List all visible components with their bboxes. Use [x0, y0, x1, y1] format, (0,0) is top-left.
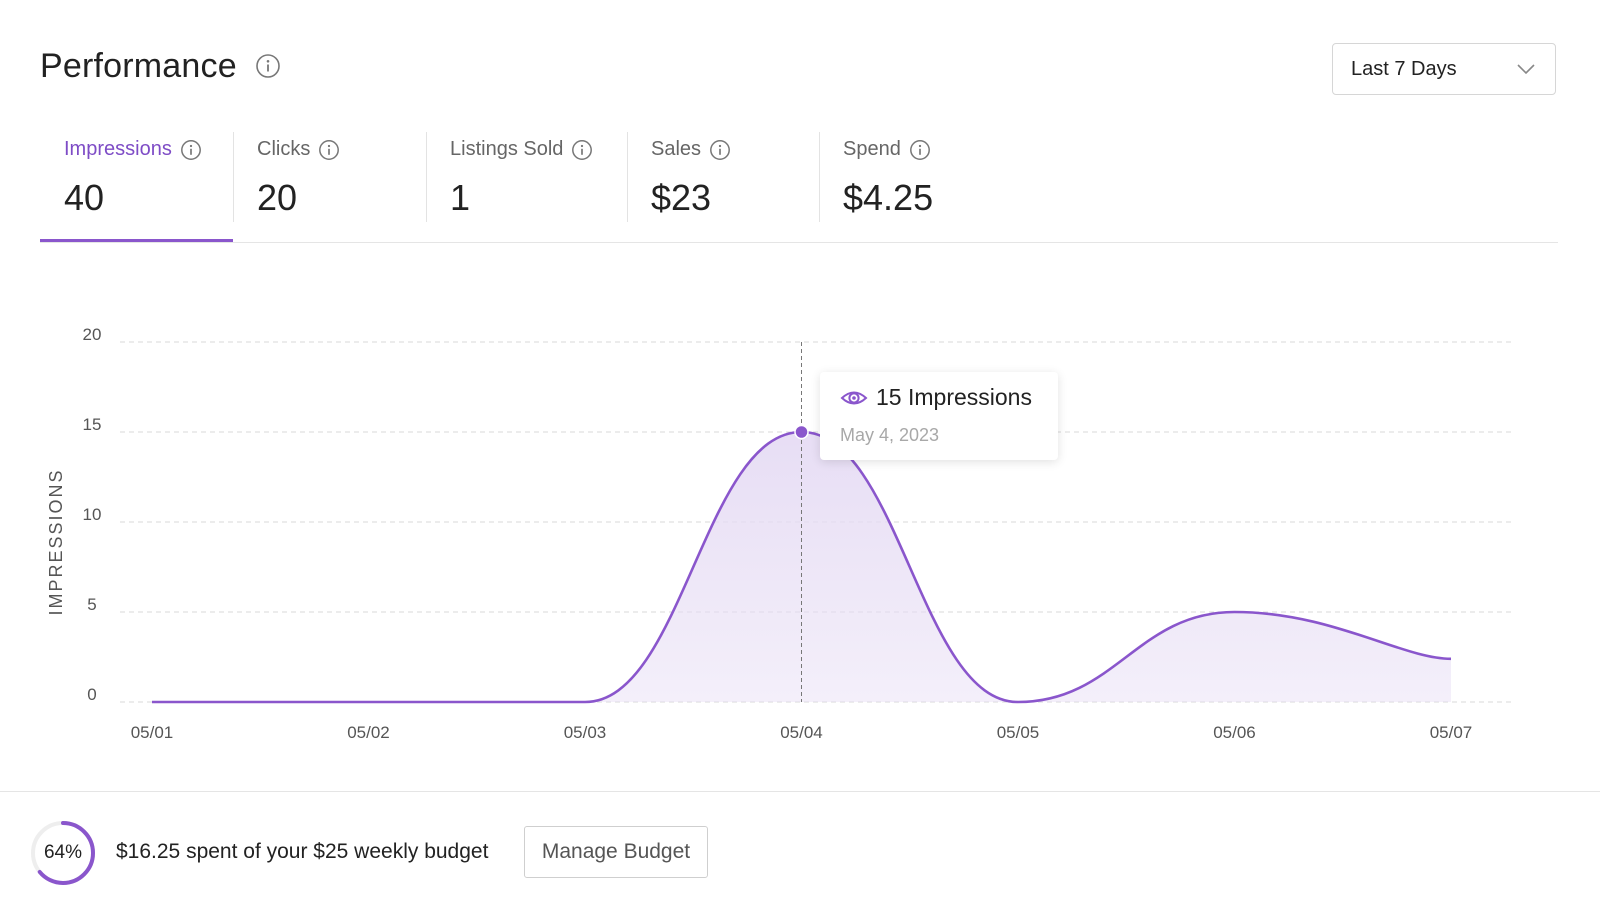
tab-spend[interactable]: Spend $4.25: [819, 128, 1009, 242]
tab-value: $23: [651, 177, 712, 218]
x-tick-label: 05/01: [131, 723, 174, 742]
tabs-divider: [40, 242, 1558, 243]
manage-budget-button[interactable]: Manage Budget: [524, 826, 708, 878]
tab-sales[interactable]: Sales $23: [627, 128, 819, 242]
tooltip-date: May 4, 2023: [840, 425, 940, 445]
page-title: Performance: [40, 46, 237, 85]
header: Performance: [40, 44, 281, 88]
y-tick-label: 10: [83, 505, 102, 524]
tab-label: Clicks: [257, 138, 311, 160]
tab-clicks[interactable]: Clicks 20: [233, 128, 426, 242]
tab-value: $4.25: [843, 177, 934, 218]
info-icon[interactable]: [318, 139, 340, 161]
tooltip-count: 15 Impressions: [876, 384, 1032, 410]
tab-listings-sold[interactable]: Listings Sold 1: [426, 128, 627, 242]
x-tick-label: 05/04: [780, 723, 823, 742]
footer-divider: [0, 791, 1600, 792]
tab-label: Spend: [843, 138, 901, 160]
y-tick-label: 15: [83, 415, 102, 434]
chart-tooltip: 15 Impressions May 4, 2023: [820, 372, 1058, 460]
x-tick-label: 05/06: [1213, 723, 1256, 742]
info-icon[interactable]: [571, 139, 593, 161]
tab-value: 40: [64, 177, 105, 218]
y-axis-label: IMPRESSIONS: [46, 468, 66, 615]
metric-tabs: Impressions 40 Clicks 20 Listings Sold 1…: [40, 128, 1009, 242]
y-tick-label: 0: [87, 685, 96, 704]
eye-icon: [840, 391, 868, 404]
highlight-point: [794, 424, 809, 440]
tab-value: 20: [257, 177, 298, 218]
date-range-value: Last 7 Days: [1351, 57, 1457, 80]
info-icon[interactable]: [909, 139, 931, 161]
info-icon[interactable]: [255, 53, 281, 79]
info-icon[interactable]: [180, 139, 202, 161]
budget-percent: 64%: [43, 842, 83, 863]
x-tick-label: 05/03: [564, 723, 607, 742]
info-icon[interactable]: [709, 139, 731, 161]
tab-value: 1: [450, 177, 471, 218]
x-tick-label: 05/05: [997, 723, 1040, 742]
impressions-chart: 0 5 10 15 20 IMPRESSIONS 05/01 05/02 05/03 05/04 0…: [46, 325, 1512, 742]
date-range-select[interactable]: Last 7 Days: [1332, 43, 1556, 95]
y-tick-label: 20: [83, 325, 102, 344]
x-tick-label: 05/07: [1430, 723, 1473, 742]
tab-label: Listings Sold: [450, 138, 564, 160]
x-tick-label: 05/02: [347, 723, 390, 742]
chevron-down-icon: [1517, 64, 1535, 75]
tab-label: Sales: [651, 138, 702, 160]
tab-impressions[interactable]: Impressions 40: [40, 128, 233, 242]
tab-label: Impressions: [64, 138, 172, 160]
y-tick-label: 5: [87, 595, 96, 614]
budget-summary: $16.25 spent of your $25 weekly budget: [116, 840, 489, 863]
